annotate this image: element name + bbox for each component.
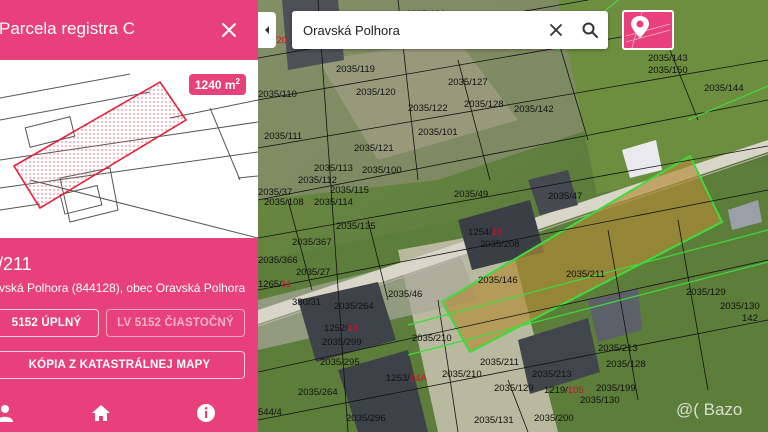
- parcel-label: 2035/120: [356, 87, 396, 98]
- parcel-label: 380/31: [292, 297, 321, 308]
- parcel-label: 544/4: [258, 407, 282, 418]
- parcel-label: 2035/210: [442, 369, 482, 380]
- area-unit: 2: [235, 77, 240, 86]
- close-icon: [550, 24, 562, 36]
- parcel-label: 2035/46: [388, 289, 422, 300]
- parcel-label: 2035/144: [704, 83, 744, 94]
- parcel-label: 2035/150: [648, 65, 688, 76]
- building-label: 1253/14A: [386, 373, 427, 384]
- building-label: 1265/11: [258, 279, 292, 290]
- map-canvas[interactable]: 2035/1262035/1432035/1502035/1442035/119…: [258, 0, 768, 432]
- parcel-label: 2035/49: [454, 189, 488, 200]
- search-icon: [582, 22, 598, 38]
- parcel-preview-map: 1240 m2: [0, 60, 258, 238]
- parcel-label: 2035/101: [418, 127, 458, 138]
- parcel-label: 2035/208: [480, 239, 520, 250]
- parcel-label: 2035/299: [322, 337, 362, 348]
- parcel-label: 2035/295: [320, 357, 360, 368]
- parcel-label: 2035/122: [408, 103, 448, 114]
- clear-search-button[interactable]: [548, 22, 564, 38]
- search-button[interactable]: [581, 21, 599, 39]
- parcel-label: 2035/113: [314, 163, 353, 174]
- parcel-label: 2035/135: [336, 221, 376, 232]
- cadastral-map[interactable]: 2035/1262035/1432035/1502035/1442035/119…: [258, 0, 768, 432]
- search-box: [292, 11, 608, 49]
- area-badge: 1240 m2: [188, 74, 246, 95]
- parcel-label: 2035/213: [532, 369, 572, 380]
- parcel-label: 2035/367: [292, 237, 332, 248]
- parcel-label: 2035/130: [580, 395, 620, 406]
- parcel-info-panel: Parcela registra C 1240 m2 /211 vská Pol…: [0, 0, 258, 432]
- parcel-label: 2035/114: [314, 197, 353, 208]
- parcel-label: 2035/115: [330, 185, 369, 196]
- parcel-label: 2035/200: [534, 413, 574, 424]
- parcel-label: 2035/127: [448, 77, 488, 88]
- parcel-label: 2035/296: [346, 413, 386, 424]
- parcel-label: 2035/142: [514, 104, 554, 115]
- parcel-label: 2035/111: [264, 131, 302, 142]
- parcel-label: 2035/264: [334, 301, 374, 312]
- parcel-label: 2035/213: [598, 343, 638, 354]
- lv-full-button[interactable]: 5152 ÚPLNÝ: [0, 309, 99, 337]
- parcel-label: 2035/121: [354, 143, 394, 154]
- panel-footer: [0, 396, 258, 432]
- parcel-label: 2035/129: [494, 383, 534, 394]
- info-icon[interactable]: [195, 402, 217, 424]
- parcel-label: 2035/108: [264, 197, 304, 208]
- parcel-label: 2035/110: [258, 89, 297, 100]
- chevron-left-icon: [265, 26, 269, 34]
- lv-partial-button[interactable]: LV 5152 ČIASTOČNÝ: [106, 309, 245, 337]
- parcel-label: 2035/131: [474, 415, 514, 426]
- parcel-label: 2035/264: [298, 387, 338, 398]
- panel-header: Parcela registra C: [0, 0, 258, 60]
- cadastral-map-copy-button[interactable]: KÓPIA Z KATASTRÁLNEJ MAPY: [0, 351, 245, 379]
- parcel-label: 142: [742, 313, 758, 324]
- parcel-label: 2035/119: [336, 64, 375, 75]
- parcel-label: 2035/199: [596, 383, 636, 394]
- parcel-label: 2035/143: [648, 53, 688, 64]
- parcel-label: 2035/128: [606, 359, 646, 370]
- building-label: 1252/14: [324, 323, 358, 334]
- close-icon: [222, 23, 236, 37]
- parcel-number: /211: [0, 254, 32, 274]
- collapse-panel-button[interactable]: [258, 12, 276, 48]
- map-pin-icon: [625, 12, 671, 48]
- home-icon[interactable]: [90, 402, 112, 424]
- parcel-label: 2035/366: [258, 255, 298, 266]
- parcel-label: 2035/47: [548, 191, 582, 202]
- parcel-label: 2035/146: [478, 275, 518, 286]
- parcel-label: 2035/27: [296, 267, 330, 278]
- search-input[interactable]: [303, 20, 523, 40]
- parcel-label: 2035/130: [720, 301, 760, 312]
- parcel-label: 2035/211: [480, 357, 519, 368]
- panel-title: Parcela registra C: [0, 19, 136, 38]
- close-button[interactable]: [217, 18, 241, 42]
- parcel-label: 2035/129: [686, 287, 726, 298]
- building-label: 1254/16: [468, 227, 502, 238]
- map-layers-button[interactable]: [622, 10, 674, 50]
- parcel-label: 2035/128: [464, 99, 504, 110]
- parcel-label: 2035/210: [412, 333, 452, 344]
- parcel-label: 2035/211: [566, 269, 605, 280]
- parcel-location: vská Polhora (844128), obec Oravská Polh…: [0, 281, 246, 295]
- parcel-label: 2035/100: [362, 165, 402, 176]
- building-label: 1219/105: [544, 385, 584, 396]
- watermark: @( Bazo: [676, 400, 743, 419]
- area-value: 1240 m: [194, 78, 236, 92]
- person-icon[interactable]: [0, 402, 16, 424]
